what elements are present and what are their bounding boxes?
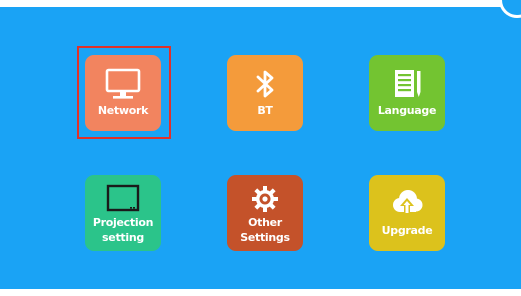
top-border [0,0,521,7]
document-pencil-icon [389,67,425,101]
tile-upgrade-label: Upgrade [381,224,433,237]
tile-projection-label-line1: Projection [92,216,154,229]
tile-upgrade[interactable]: Upgrade [369,175,445,251]
tile-projection-label-line2: setting [102,231,144,244]
tile-other-label-line1: Other [248,216,282,229]
projection-screen-icon [105,184,141,214]
bottom-border [0,289,521,296]
selection-highlight [77,46,171,139]
gear-icon [249,184,281,214]
tile-bt[interactable]: BT [227,55,303,131]
settings-screen: Network BT Language Projection setting O… [0,0,521,296]
cloud-upload-icon [388,187,426,221]
tile-language[interactable]: Language [369,55,445,131]
tile-language-label: Language [377,104,437,117]
tile-other-label-line2: Settings [240,231,290,244]
tile-projection-setting[interactable]: Projection setting [85,175,161,251]
tile-bt-label: BT [257,104,273,117]
tile-other-settings[interactable]: Other Settings [227,175,303,251]
bluetooth-icon [250,67,280,101]
corner-back-button[interactable] [499,0,521,18]
